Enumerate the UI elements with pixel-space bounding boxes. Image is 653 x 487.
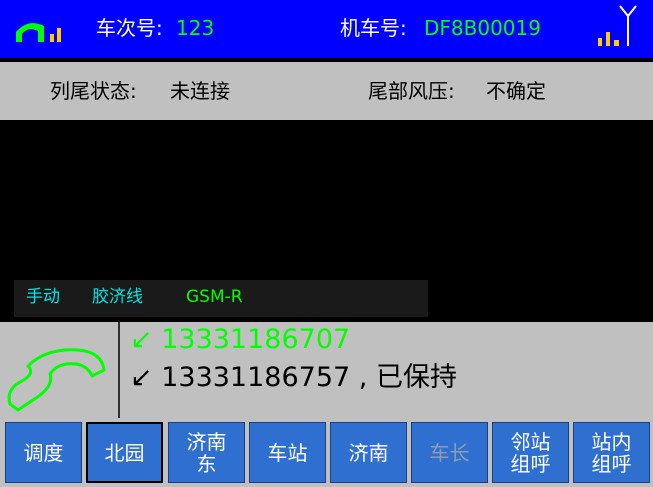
signal-strength-icon — [16, 23, 61, 42]
button-label: 调度 — [23, 440, 64, 465]
operation-mode: 手动 — [26, 287, 60, 307]
dispatch-button[interactable]: 调度 — [5, 422, 82, 483]
beiyuan-button[interactable]: 北园 — [86, 422, 163, 483]
tail-state-value: 未连接 — [170, 79, 230, 103]
call-panel-divider — [118, 322, 120, 418]
call-entry-active[interactable]: ↙ 13331186707 — [130, 324, 350, 356]
station-button[interactable]: 车站 — [249, 422, 326, 483]
function-button-row: 调度 北园 济南 东 车站 济南 车长 邻站 组呼 站内 组呼 — [0, 418, 653, 487]
call-direction-icon: ↙ — [130, 324, 153, 355]
call-number: 13331186757 — [161, 362, 351, 393]
button-label: 北园 — [104, 440, 145, 465]
header-bar: 车次号: 123 机车号: DF8B00019 — [0, 0, 653, 58]
button-label: 站内 组呼 — [591, 429, 632, 476]
tail-pressure-value: 不确定 — [486, 79, 546, 103]
jinan-button[interactable]: 济南 — [330, 422, 407, 483]
button-label: 车长 — [429, 440, 470, 465]
conductor-button[interactable]: 车长 — [411, 422, 488, 483]
call-number: 13331186707 — [161, 324, 351, 355]
call-status: , 已保持 — [358, 362, 457, 393]
button-label: 济南 东 — [186, 429, 227, 476]
cab-radio-screen: 车次号: 123 机车号: DF8B00019 列尾状态: 未连接 尾部风压: … — [0, 0, 653, 487]
adjacent-station-group-call-button[interactable]: 邻站 组呼 — [492, 422, 569, 483]
tail-pressure-label: 尾部风压: — [368, 79, 455, 103]
train-tail-status-bar: 列尾状态: 未连接 尾部风压: 不确定 — [0, 62, 653, 120]
tail-state-label: 列尾状态: — [50, 79, 137, 103]
mode-line-network-strip: 手动 胶济线 GSM-R — [14, 280, 428, 317]
call-direction-icon: ↙ — [130, 362, 153, 393]
antenna-signal-icon — [598, 5, 637, 46]
locomotive-number-value: DF8B00019 — [424, 16, 541, 40]
network-type: GSM-R — [186, 287, 243, 307]
rail-line-name: 胶济线 — [92, 287, 143, 307]
call-panel: ↙ 13331186707 ↙ 13331186757 , 已保持 — [0, 322, 653, 418]
in-station-group-call-button[interactable]: 站内 组呼 — [573, 422, 650, 483]
button-label: 济南 — [348, 440, 389, 465]
call-entry-held[interactable]: ↙ 13331186757 , 已保持 — [130, 362, 457, 394]
phone-handset-icon[interactable] — [6, 340, 110, 412]
jinan-east-button[interactable]: 济南 东 — [168, 422, 245, 483]
button-label: 邻站 组呼 — [510, 429, 551, 476]
button-label: 车站 — [267, 440, 308, 465]
train-number-label: 车次号: — [96, 16, 163, 40]
train-number-value: 123 — [176, 16, 215, 40]
locomotive-number-label: 机车号: — [340, 16, 407, 40]
